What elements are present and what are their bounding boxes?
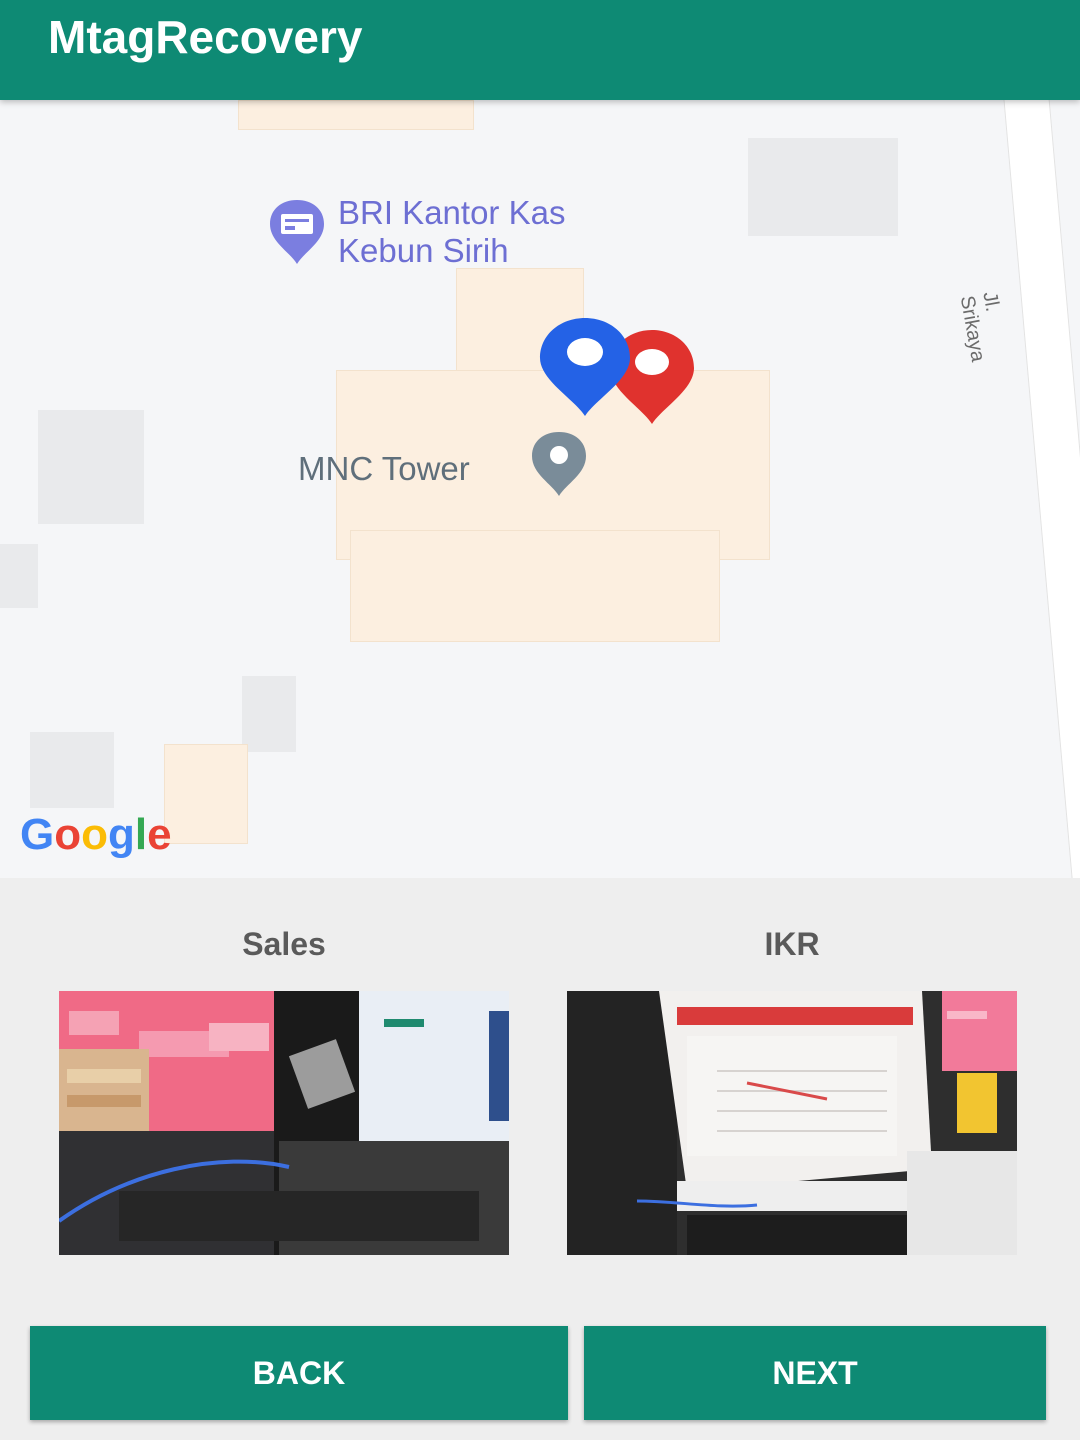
- poi-label-mnc[interactable]: MNC Tower: [298, 450, 470, 488]
- street-label: Jl. Srikaya: [955, 290, 1004, 364]
- next-button[interactable]: NEXT: [584, 1326, 1046, 1420]
- map-block: [38, 410, 144, 524]
- back-button[interactable]: BACK: [30, 1326, 568, 1420]
- poi-label-line: BRI Kantor Kas: [338, 194, 566, 231]
- bank-icon: [270, 200, 324, 264]
- map-block: [0, 544, 38, 608]
- sales-photo[interactable]: [59, 991, 509, 1255]
- ikr-photo-label: IKR: [764, 926, 820, 962]
- map-building: [350, 530, 720, 642]
- poi-label-bri[interactable]: BRI Kantor Kas Kebun Sirih: [338, 194, 565, 270]
- map-road: [1000, 100, 1080, 878]
- map-block: [748, 138, 898, 236]
- map-block: [242, 676, 296, 752]
- app-bar: MtagRecovery: [0, 0, 1080, 100]
- sales-location-marker[interactable]: [538, 316, 632, 418]
- map-building: [238, 100, 474, 130]
- google-logo: Google: [20, 810, 172, 859]
- app-title: MtagRecovery: [48, 11, 363, 63]
- map-building: [164, 744, 248, 844]
- poi-label-line: Kebun Sirih: [338, 232, 509, 269]
- photo-thumbnail-icon: [567, 991, 1017, 1255]
- photo-thumbnail-icon: [59, 991, 509, 1255]
- ikr-photo[interactable]: [567, 991, 1017, 1255]
- place-icon: [532, 432, 586, 496]
- map-view[interactable]: Jl. Srikaya BRI Kantor Kas Kebun Sirih M…: [0, 100, 1080, 878]
- map-block: [30, 732, 114, 808]
- sales-photo-label: Sales: [242, 926, 326, 962]
